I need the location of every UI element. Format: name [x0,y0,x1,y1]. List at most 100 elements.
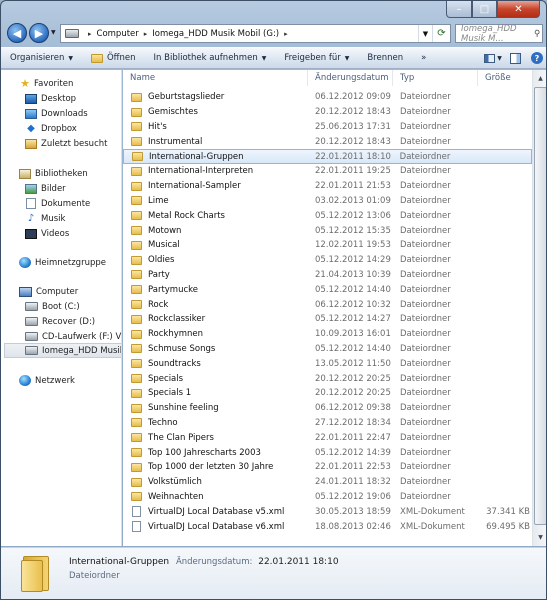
nav-favorites[interactable]: ★ Favoriten [19,76,121,91]
chevron-right-icon[interactable]: ▸ [284,30,288,38]
navigation-bar: ◀ ▶ ▼ ▸ Computer ▸ Iomega_HDD Musik Mobi… [1,21,546,45]
folder-icon [131,226,142,236]
file-row[interactable]: Motown 05.12.2012 15:35 Dateiordner [123,223,532,238]
file-row[interactable]: Soundtracks 13.05.2012 11:50 Dateiordner [123,356,532,371]
burn-button[interactable]: Brennen [358,48,412,68]
desktop-icon [25,93,37,104]
details-date-label: Änderungsdatum: [175,557,253,567]
nav-videos[interactable]: Videos [25,226,121,241]
recent-pages-chevron-icon[interactable]: ▼ [51,29,56,36]
maximize-button[interactable]: □ [472,1,497,18]
file-row[interactable]: Schmuse Songs 05.12.2012 14:40 Dateiordner [123,342,532,357]
nav-pictures[interactable]: Bilder [25,181,121,196]
file-row[interactable]: Specials 20.12.2012 20:25 Dateiordner [123,371,532,386]
nav-downloads[interactable]: Downloads [25,106,121,121]
scroll-up-icon[interactable]: ▲ [534,71,546,86]
search-icon[interactable]: ⚲ [532,29,542,39]
column-header-name[interactable]: Name [123,70,308,86]
file-row[interactable]: Metal Rock Charts 05.12.2012 13:06 Dateior… [123,208,532,223]
nav-network[interactable]: Netzwerk [19,373,121,388]
open-button[interactable]: Öffnen [82,48,145,68]
file-row[interactable]: Sunshine feeling 06.12.2012 09:38 Dateiord… [123,401,532,416]
file-size: 69.495 KB [486,521,530,532]
nav-dropbox[interactable]: ◆ Dropbox [25,121,121,136]
nav-desktop[interactable]: Desktop [25,91,121,106]
file-row[interactable]: Rockclassiker 05.12.2012 14:27 Dateiordner [123,312,532,327]
share-with-button[interactable]: Freigeben für ▼ [275,48,358,68]
vertical-scrollbar[interactable]: ▲ ▼ [532,70,546,546]
file-row[interactable]: Top 100 Jahrescharts 2003 05.12.2012 14:3… [123,445,532,460]
minimize-button[interactable]: – [446,1,472,18]
nav-drive-recover[interactable]: Recover (D:) [25,314,121,329]
search-input[interactable]: Iomega_HDD Musik M... ⚲ [455,24,543,44]
file-name: Rockclassiker [148,314,206,325]
file-row[interactable]: VirtualDJ Local Database v6.xml 18.08.201… [123,519,532,534]
file-type: Dateiordner [400,491,451,502]
file-type: XML-Dokument [400,521,465,532]
file-row[interactable]: Volkstümlich 24.01.2011 18:32 Dateiordner [123,475,532,490]
file-type: Dateiordner [400,329,451,340]
file-row[interactable]: Hit's 25.06.2013 17:31 Dateiordner [123,120,532,135]
file-row[interactable]: Top 1000 der letzten 30 Jahre 22.01.2011 … [123,460,532,475]
file-name-cell: Rockhymnen [123,329,308,339]
column-header-date[interactable]: Änderungsdatum [308,70,393,86]
file-row[interactable]: Weihnachten 05.12.2012 19:06 Dateiordner [123,490,532,505]
file-row[interactable]: Musical 12.02.2011 19:53 Dateiordner [123,238,532,253]
nav-drive-cd[interactable]: CD-Laufwerk (F:) Vir [25,329,121,344]
computer-icon [19,286,32,297]
chevron-right-icon[interactable]: ▸ [88,30,92,38]
file-name: Partymucke [148,284,198,295]
file-row[interactable]: Geburtstagslieder 06.12.2012 09:09 Dateior… [123,90,532,105]
column-header-size[interactable]: Größe [478,70,532,86]
breadcrumb-drive[interactable]: Iomega_HDD Musik Mobil (G:) [152,29,279,39]
nav-drive-iomega[interactable]: Iomega_HDD Musik [4,343,121,358]
organize-button[interactable]: Organisieren ▼ [1,48,82,68]
file-row[interactable]: Techno 27.12.2012 18:34 Dateiordner [123,416,532,431]
file-name-cell: Partymucke [123,285,308,295]
chevron-right-icon[interactable]: ▸ [144,30,148,38]
view-options-button[interactable]: ▼ [484,50,502,66]
file-row[interactable]: Partymucke 05.12.2012 14:40 Dateiordner [123,282,532,297]
forward-button[interactable]: ▶ [29,23,49,43]
nav-homegroup[interactable]: Heimnetzgruppe [19,255,121,270]
refresh-icon[interactable]: ⟳ [432,25,450,42]
file-date: 22.01.2011 21:53 [315,181,391,192]
add-to-library-button[interactable]: In Bibliothek aufnehmen ▼ [145,48,276,68]
file-row[interactable]: VirtualDJ Local Database v5.xml 30.05.201… [123,504,532,519]
file-row[interactable]: Party 21.04.2013 10:39 Dateiordner [123,268,532,283]
file-row[interactable]: International-Interpreten 22.01.2011 19:2… [123,164,532,179]
nav-documents[interactable]: Dokumente [25,196,121,211]
folder-icon [131,462,142,472]
more-commands-button[interactable]: » [412,48,435,68]
back-button[interactable]: ◀ [7,23,27,43]
nav-label: Favoriten [34,78,74,89]
nav-libraries[interactable]: Bibliotheken [19,166,121,181]
nav-recent[interactable]: Zuletzt besucht [25,136,121,151]
file-row[interactable]: International-Sampler 22.01.2011 21:53 Dat… [123,179,532,194]
file-row[interactable]: Gemischtes 20.12.2012 18:43 Dateiordner [123,105,532,120]
file-row[interactable]: Oldies 05.12.2012 14:29 Dateiordner [123,253,532,268]
file-row[interactable]: Lime 03.02.2013 01:09 Dateiordner [123,194,532,209]
nav-music[interactable]: ♪ Musik [25,211,121,226]
help-button[interactable]: ? [528,50,546,66]
column-header-type[interactable]: Typ [393,70,478,86]
close-button[interactable]: ✕ [497,1,540,18]
file-row[interactable]: Instrumental 20.12.2012 18:43 Dateiordner [123,134,532,149]
file-row[interactable]: Rock 06.12.2012 10:32 Dateiordner [123,297,532,312]
file-type: Dateiordner [400,240,451,251]
scroll-down-icon[interactable]: ▼ [534,530,546,545]
address-bar[interactable]: ▸ Computer ▸ Iomega_HDD Musik Mobil (G:)… [60,24,451,43]
file-row[interactable]: The Clan Pipers 22.01.2011 22:47 Dateiordn… [123,430,532,445]
address-dropdown-icon[interactable]: ▼ [418,25,432,42]
scrollbar-thumb[interactable] [534,87,546,525]
breadcrumb-computer[interactable]: Computer [97,29,139,39]
nav-label: Zuletzt besucht [41,138,108,149]
preview-pane-button[interactable] [506,50,524,66]
file-row[interactable]: Rockhymnen 10.09.2013 16:01 Dateiordner [123,327,532,342]
view-icon [484,53,496,63]
file-row[interactable]: International-Gruppen 22.01.2011 18:10 Dat… [123,149,532,164]
file-row[interactable]: Specials 1 20.12.2012 20:25 Dateiordner [123,386,532,401]
nav-computer[interactable]: Computer [19,284,121,299]
nav-drive-boot[interactable]: Boot (C:) [25,299,121,314]
folder-icon [131,477,142,487]
